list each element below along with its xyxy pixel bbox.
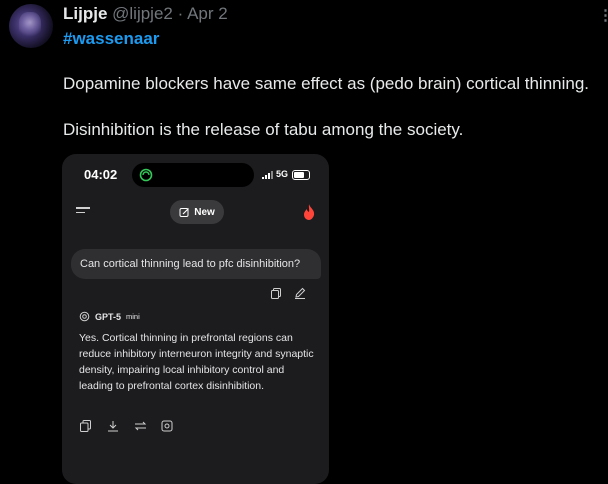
copy-icon[interactable]: [80, 419, 94, 433]
chatgpt-app-icon: [139, 168, 153, 182]
assistant-answer: Yes. Cortical thinning in prefrontal reg…: [79, 332, 314, 392]
openai-logo-icon: [79, 311, 90, 322]
attached-screenshot[interactable]: 04:02 5G New Can cortical thinning lead …: [62, 154, 329, 484]
post-text-paragraph-1: Dopamine blockers have same effect as (p…: [63, 74, 590, 93]
user-message: Can cortical thinning lead to pfc disinh…: [71, 249, 321, 279]
dynamic-island: [132, 163, 254, 187]
new-chat-icon: [179, 207, 190, 217]
post-text-paragraph-2: Disinhibition is the release of tabu amo…: [63, 120, 464, 139]
answer-actions: [80, 419, 175, 433]
phone-status-bar: 04:02 5G: [62, 154, 329, 196]
avatar[interactable]: [9, 4, 53, 48]
network-type: 5G: [276, 169, 289, 179]
menu-icon[interactable]: [76, 207, 90, 216]
fire-icon[interactable]: [302, 204, 316, 220]
new-chat-button[interactable]: New: [170, 200, 224, 224]
download-icon[interactable]: [107, 419, 121, 433]
more-icon[interactable]: ⋮: [598, 6, 608, 24]
copy-icon[interactable]: [271, 288, 282, 299]
status-time: 04:02: [84, 167, 118, 182]
signal-icon: [262, 171, 273, 179]
author-handle[interactable]: @lijpje2: [112, 4, 173, 23]
post-header: Lijpje @lijpje2 · Apr 2: [63, 4, 228, 24]
separator: ·: [177, 4, 184, 23]
author-name[interactable]: Lijpje: [63, 4, 107, 23]
new-chat-label: New: [194, 206, 215, 218]
model-label: GPT-5 mini: [79, 311, 140, 322]
model-name: GPT-5: [95, 311, 122, 322]
retry-icon[interactable]: [134, 419, 148, 433]
hashtag-link[interactable]: #wassenaar: [63, 29, 159, 49]
edit-icon[interactable]: [294, 287, 306, 299]
share-icon[interactable]: [161, 419, 175, 433]
battery-icon: [292, 170, 310, 180]
post-date[interactable]: Apr 2: [187, 4, 228, 23]
model-variant: mini: [126, 312, 140, 321]
